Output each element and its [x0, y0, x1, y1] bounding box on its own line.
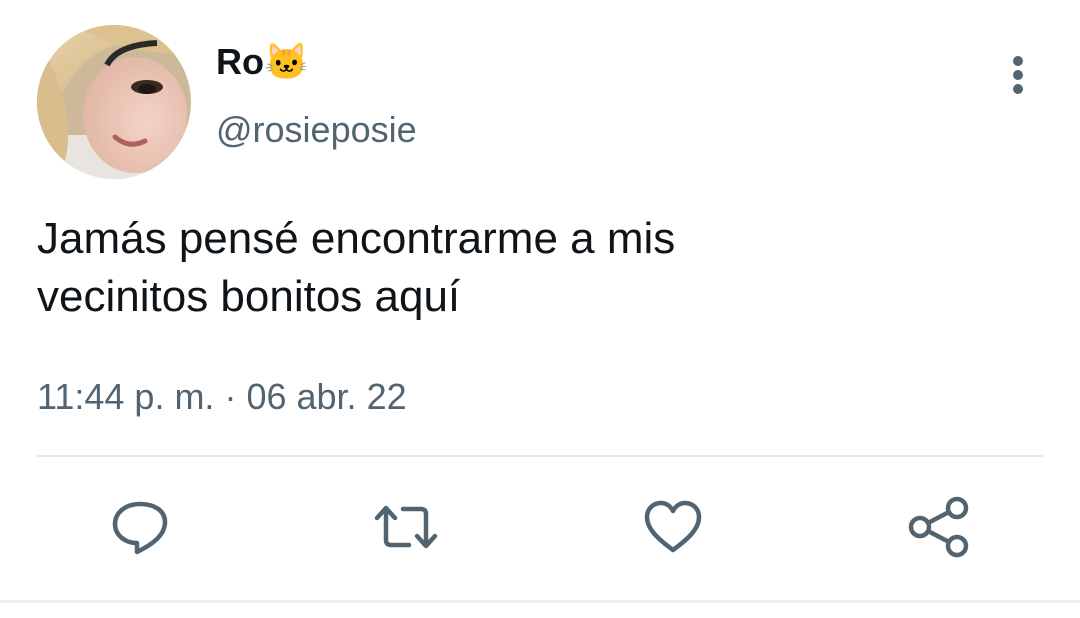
bottom-divider: [0, 600, 1080, 603]
avatar[interactable]: [37, 25, 191, 179]
share-icon: [908, 496, 969, 558]
retweet-icon: [374, 505, 438, 549]
share-button[interactable]: [904, 492, 974, 562]
reply-button[interactable]: [105, 492, 175, 562]
retweet-button[interactable]: [371, 492, 441, 562]
more-vertical-icon: [1013, 56, 1023, 94]
tweet-date[interactable]: 06 abr. 22: [246, 376, 406, 417]
tweet-timestamp: 11:44 p. m. · 06 abr. 22: [37, 372, 407, 422]
more-options-button[interactable]: [998, 50, 1038, 100]
tweet-time[interactable]: 11:44 p. m.: [37, 376, 214, 417]
profile-photo: [37, 25, 191, 179]
display-name[interactable]: Ro🐱: [216, 40, 309, 84]
divider: [37, 455, 1043, 457]
like-icon: [644, 500, 702, 553]
meta-separator: ·: [224, 376, 237, 417]
tweet-text: Jamás pensé encontrarme a mis vecinitos …: [37, 214, 676, 321]
like-button[interactable]: [638, 492, 708, 562]
reply-icon: [112, 501, 168, 555]
user-handle[interactable]: @rosieposie: [216, 108, 417, 152]
